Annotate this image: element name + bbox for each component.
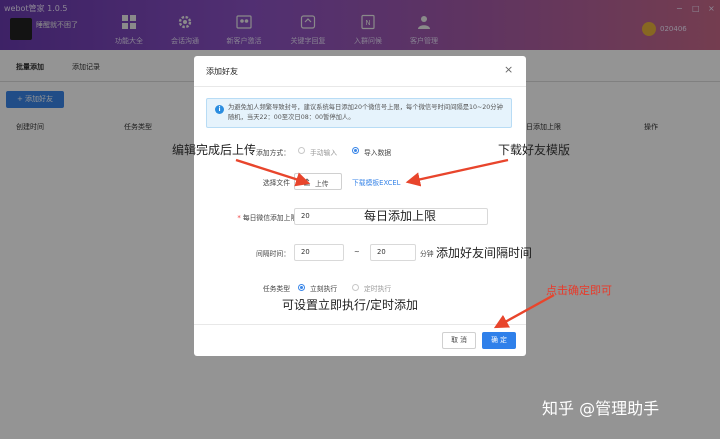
arrow-to-template <box>405 158 509 187</box>
arrow-to-upload <box>235 158 311 187</box>
arrow-to-confirm <box>493 293 555 329</box>
annotation-arrows <box>235 158 555 329</box>
watermark: 知乎 @管理助手 <box>542 399 660 418</box>
